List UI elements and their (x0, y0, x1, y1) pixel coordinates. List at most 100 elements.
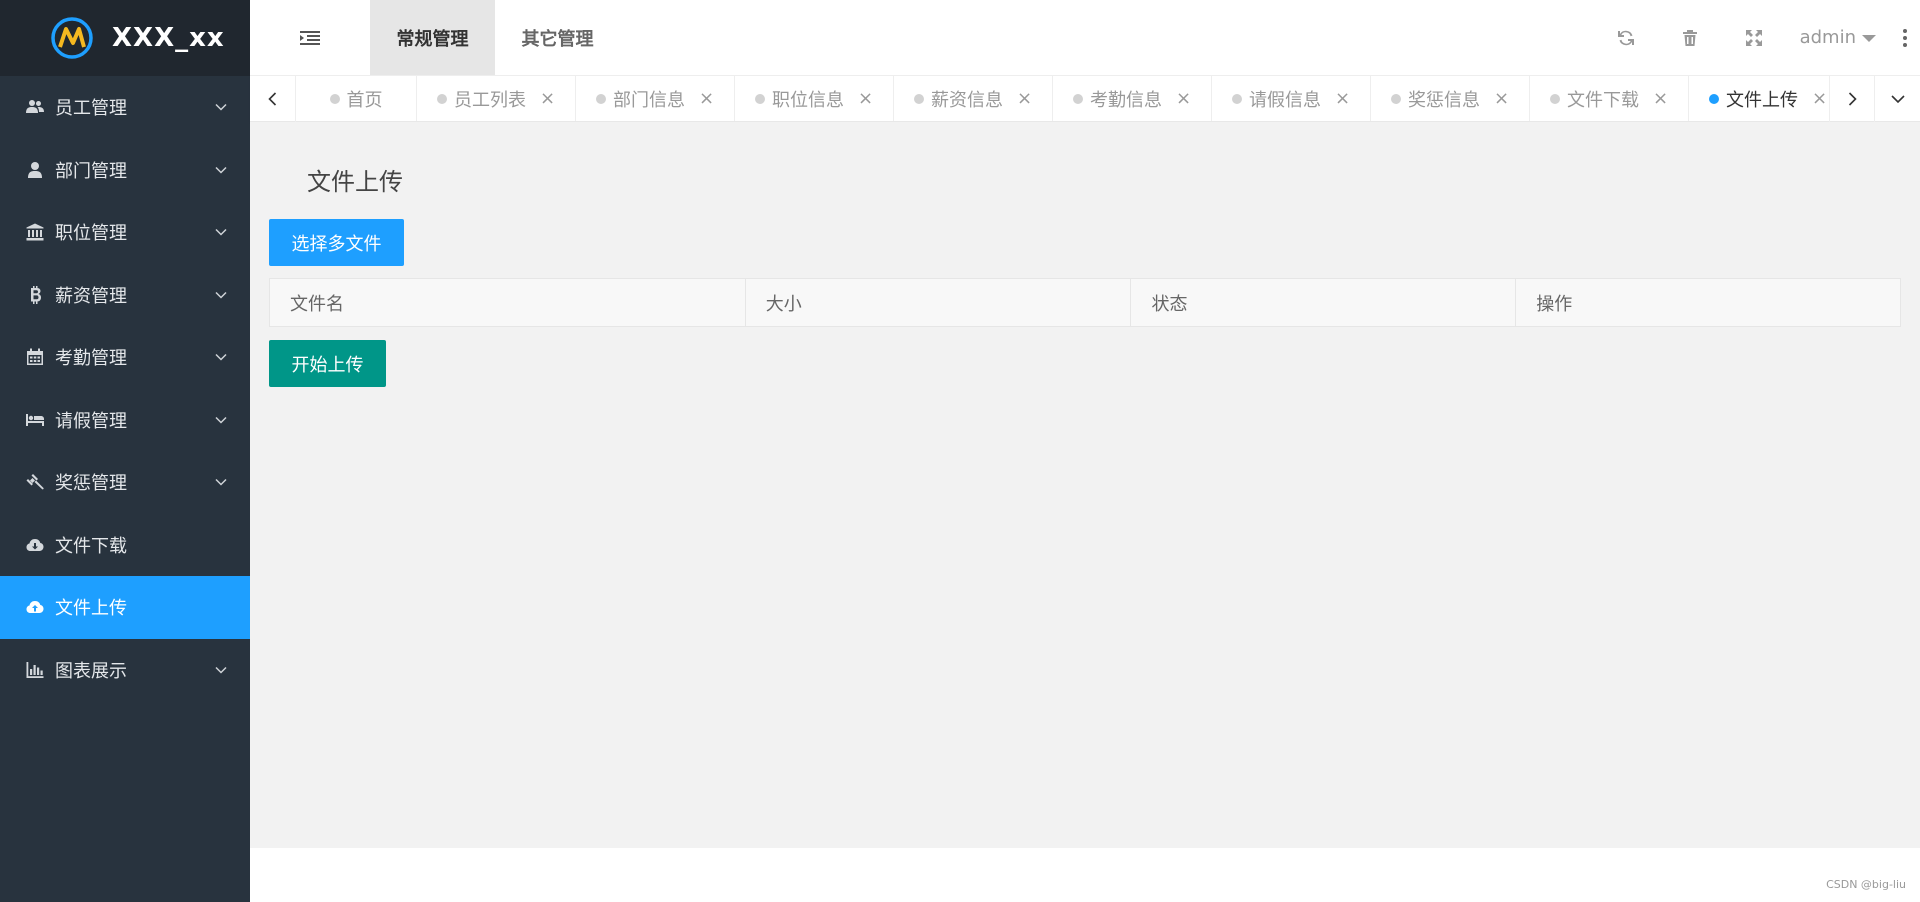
username: admin (1799, 27, 1856, 48)
fullscreen-button[interactable] (1722, 0, 1786, 76)
chevron-down-icon (215, 416, 227, 424)
tab-label: 奖惩信息 (1407, 89, 1480, 111)
column-header-size: 大小 (744, 278, 1132, 327)
tab-label: 薪资信息 (930, 89, 1003, 111)
expand-icon (1745, 29, 1762, 46)
sidebar-item-label: 薪资管理 (55, 285, 127, 307)
sidebar-item-label: 员工管理 (55, 98, 127, 120)
sidebar-item-label: 图表展示 (55, 660, 127, 682)
sidebar-item-4[interactable]: 考勤管理 (0, 326, 250, 389)
tab-status-dot (1072, 93, 1083, 104)
chevron-down-icon (215, 291, 227, 299)
tab-label: 文件下载 (1566, 89, 1639, 111)
select-files-button[interactable]: 选择多文件 (269, 219, 404, 266)
header-actions: admin (1594, 0, 1920, 75)
tab-label: 部门信息 (612, 89, 685, 111)
chevron-right-icon (1848, 92, 1857, 106)
caret-down-icon (1862, 35, 1876, 42)
more-button[interactable] (1890, 0, 1920, 76)
cloud-upload-icon (24, 597, 46, 617)
institution-icon (24, 222, 46, 242)
calendar-icon (24, 347, 46, 367)
sidebar-item-0[interactable]: 员工管理 (0, 76, 250, 139)
sidebar-item-label: 职位管理 (55, 223, 127, 245)
tab-label: 考勤信息 (1089, 89, 1162, 111)
tab-status-dot (329, 93, 340, 104)
chevron-down-icon (1890, 95, 1905, 104)
chevron-left-icon (267, 92, 276, 106)
user-menu[interactable]: admin (1786, 0, 1890, 76)
close-icon[interactable]: × (540, 88, 555, 109)
app-title: XXX_xx (112, 23, 225, 53)
tab-label: 请假信息 (1248, 89, 1321, 111)
tab-status-dot (436, 93, 447, 104)
sidebar-item-label: 奖惩管理 (55, 473, 127, 495)
sidebar-item-3[interactable]: 薪资管理 (0, 264, 250, 327)
sidebar-item-label: 文件上传 (55, 598, 127, 620)
sidebar-item-5[interactable]: 请假管理 (0, 389, 250, 452)
sidebar-item-2[interactable]: 职位管理 (0, 201, 250, 264)
tab-2[interactable]: 部门信息 × (576, 76, 735, 121)
tab-9[interactable]: 文件上传 × (1689, 76, 1829, 121)
column-header-actions: 操作 (1515, 278, 1901, 327)
tab-status-dot (754, 93, 765, 104)
sidebar-item-8[interactable]: 文件上传 (0, 576, 250, 639)
tab-0[interactable]: 首页 (296, 76, 417, 121)
tabs-scroll-left-button[interactable] (250, 76, 296, 122)
tabs-bar: 首页 员工列表 × 部门信息 × 职位信息 × 薪资信息 × 考勤信息 × 请假信息 × 奖惩信息 × 文件下… (250, 76, 1920, 122)
bar-chart-icon (24, 660, 46, 680)
tab-7[interactable]: 奖惩信息 × (1371, 76, 1530, 121)
bitcoin-icon (24, 285, 46, 305)
top-nav: 常规管理 其它管理 (370, 0, 620, 75)
close-icon[interactable]: × (699, 88, 714, 109)
close-icon[interactable]: × (1176, 88, 1191, 109)
main-content: 文件上传 选择多文件 文件名 大小 状态 操作 开始上传 (250, 122, 1920, 848)
logo-icon (51, 17, 93, 59)
tab-5[interactable]: 考勤信息 × (1053, 76, 1212, 121)
tab-8[interactable]: 文件下载 × (1530, 76, 1689, 121)
top-nav-general[interactable]: 常规管理 (370, 0, 495, 75)
gavel-icon (24, 472, 46, 492)
sidebar-item-9[interactable]: 图表展示 (0, 639, 250, 702)
tabs-menu-button[interactable] (1875, 76, 1920, 122)
tab-status-dot (1708, 93, 1719, 104)
tab-3[interactable]: 职位信息 × (735, 76, 894, 121)
sidebar-item-6[interactable]: 奖惩管理 (0, 451, 250, 514)
start-upload-button[interactable]: 开始上传 (269, 340, 386, 387)
chevron-down-icon (215, 166, 227, 174)
column-header-filename: 文件名 (269, 278, 746, 327)
tab-1[interactable]: 员工列表 × (417, 76, 576, 121)
close-icon[interactable]: × (1653, 88, 1668, 109)
cloud-download-icon (24, 535, 46, 555)
tab-6[interactable]: 请假信息 × (1212, 76, 1371, 121)
bed-icon (24, 410, 46, 430)
clear-cache-button[interactable] (1658, 0, 1722, 76)
tab-status-dot (1390, 93, 1401, 104)
close-icon[interactable]: × (1017, 88, 1032, 109)
top-nav-other[interactable]: 其它管理 (495, 0, 620, 75)
user-icon (24, 160, 46, 180)
tab-label: 职位信息 (771, 89, 844, 111)
chevron-down-icon (215, 354, 227, 361)
chevron-down-icon (215, 104, 227, 111)
tab-status-dot (595, 93, 606, 104)
file-table: 文件名 大小 状态 操作 (269, 278, 1901, 327)
close-icon[interactable]: × (1494, 88, 1509, 109)
tab-label: 文件上传 (1725, 89, 1798, 111)
refresh-icon (1617, 30, 1634, 45)
column-header-status: 状态 (1130, 278, 1517, 327)
tabs-scroll-right-button[interactable] (1829, 76, 1875, 122)
tab-4[interactable]: 薪资信息 × (894, 76, 1053, 121)
close-icon[interactable]: × (858, 88, 873, 109)
users-icon (24, 97, 46, 117)
watermark: CSDN @big-liu (1826, 878, 1906, 891)
sidebar-toggle-button[interactable] (250, 0, 370, 75)
logo[interactable]: XXX_xx (0, 0, 250, 76)
close-icon[interactable]: × (1812, 88, 1827, 109)
tab-label: 员工列表 (453, 89, 526, 111)
sidebar-item-1[interactable]: 部门管理 (0, 139, 250, 202)
close-icon[interactable]: × (1335, 88, 1350, 109)
sidebar-item-7[interactable]: 文件下载 (0, 514, 250, 577)
page-title: 文件上传 (307, 168, 403, 196)
refresh-button[interactable] (1594, 0, 1658, 76)
